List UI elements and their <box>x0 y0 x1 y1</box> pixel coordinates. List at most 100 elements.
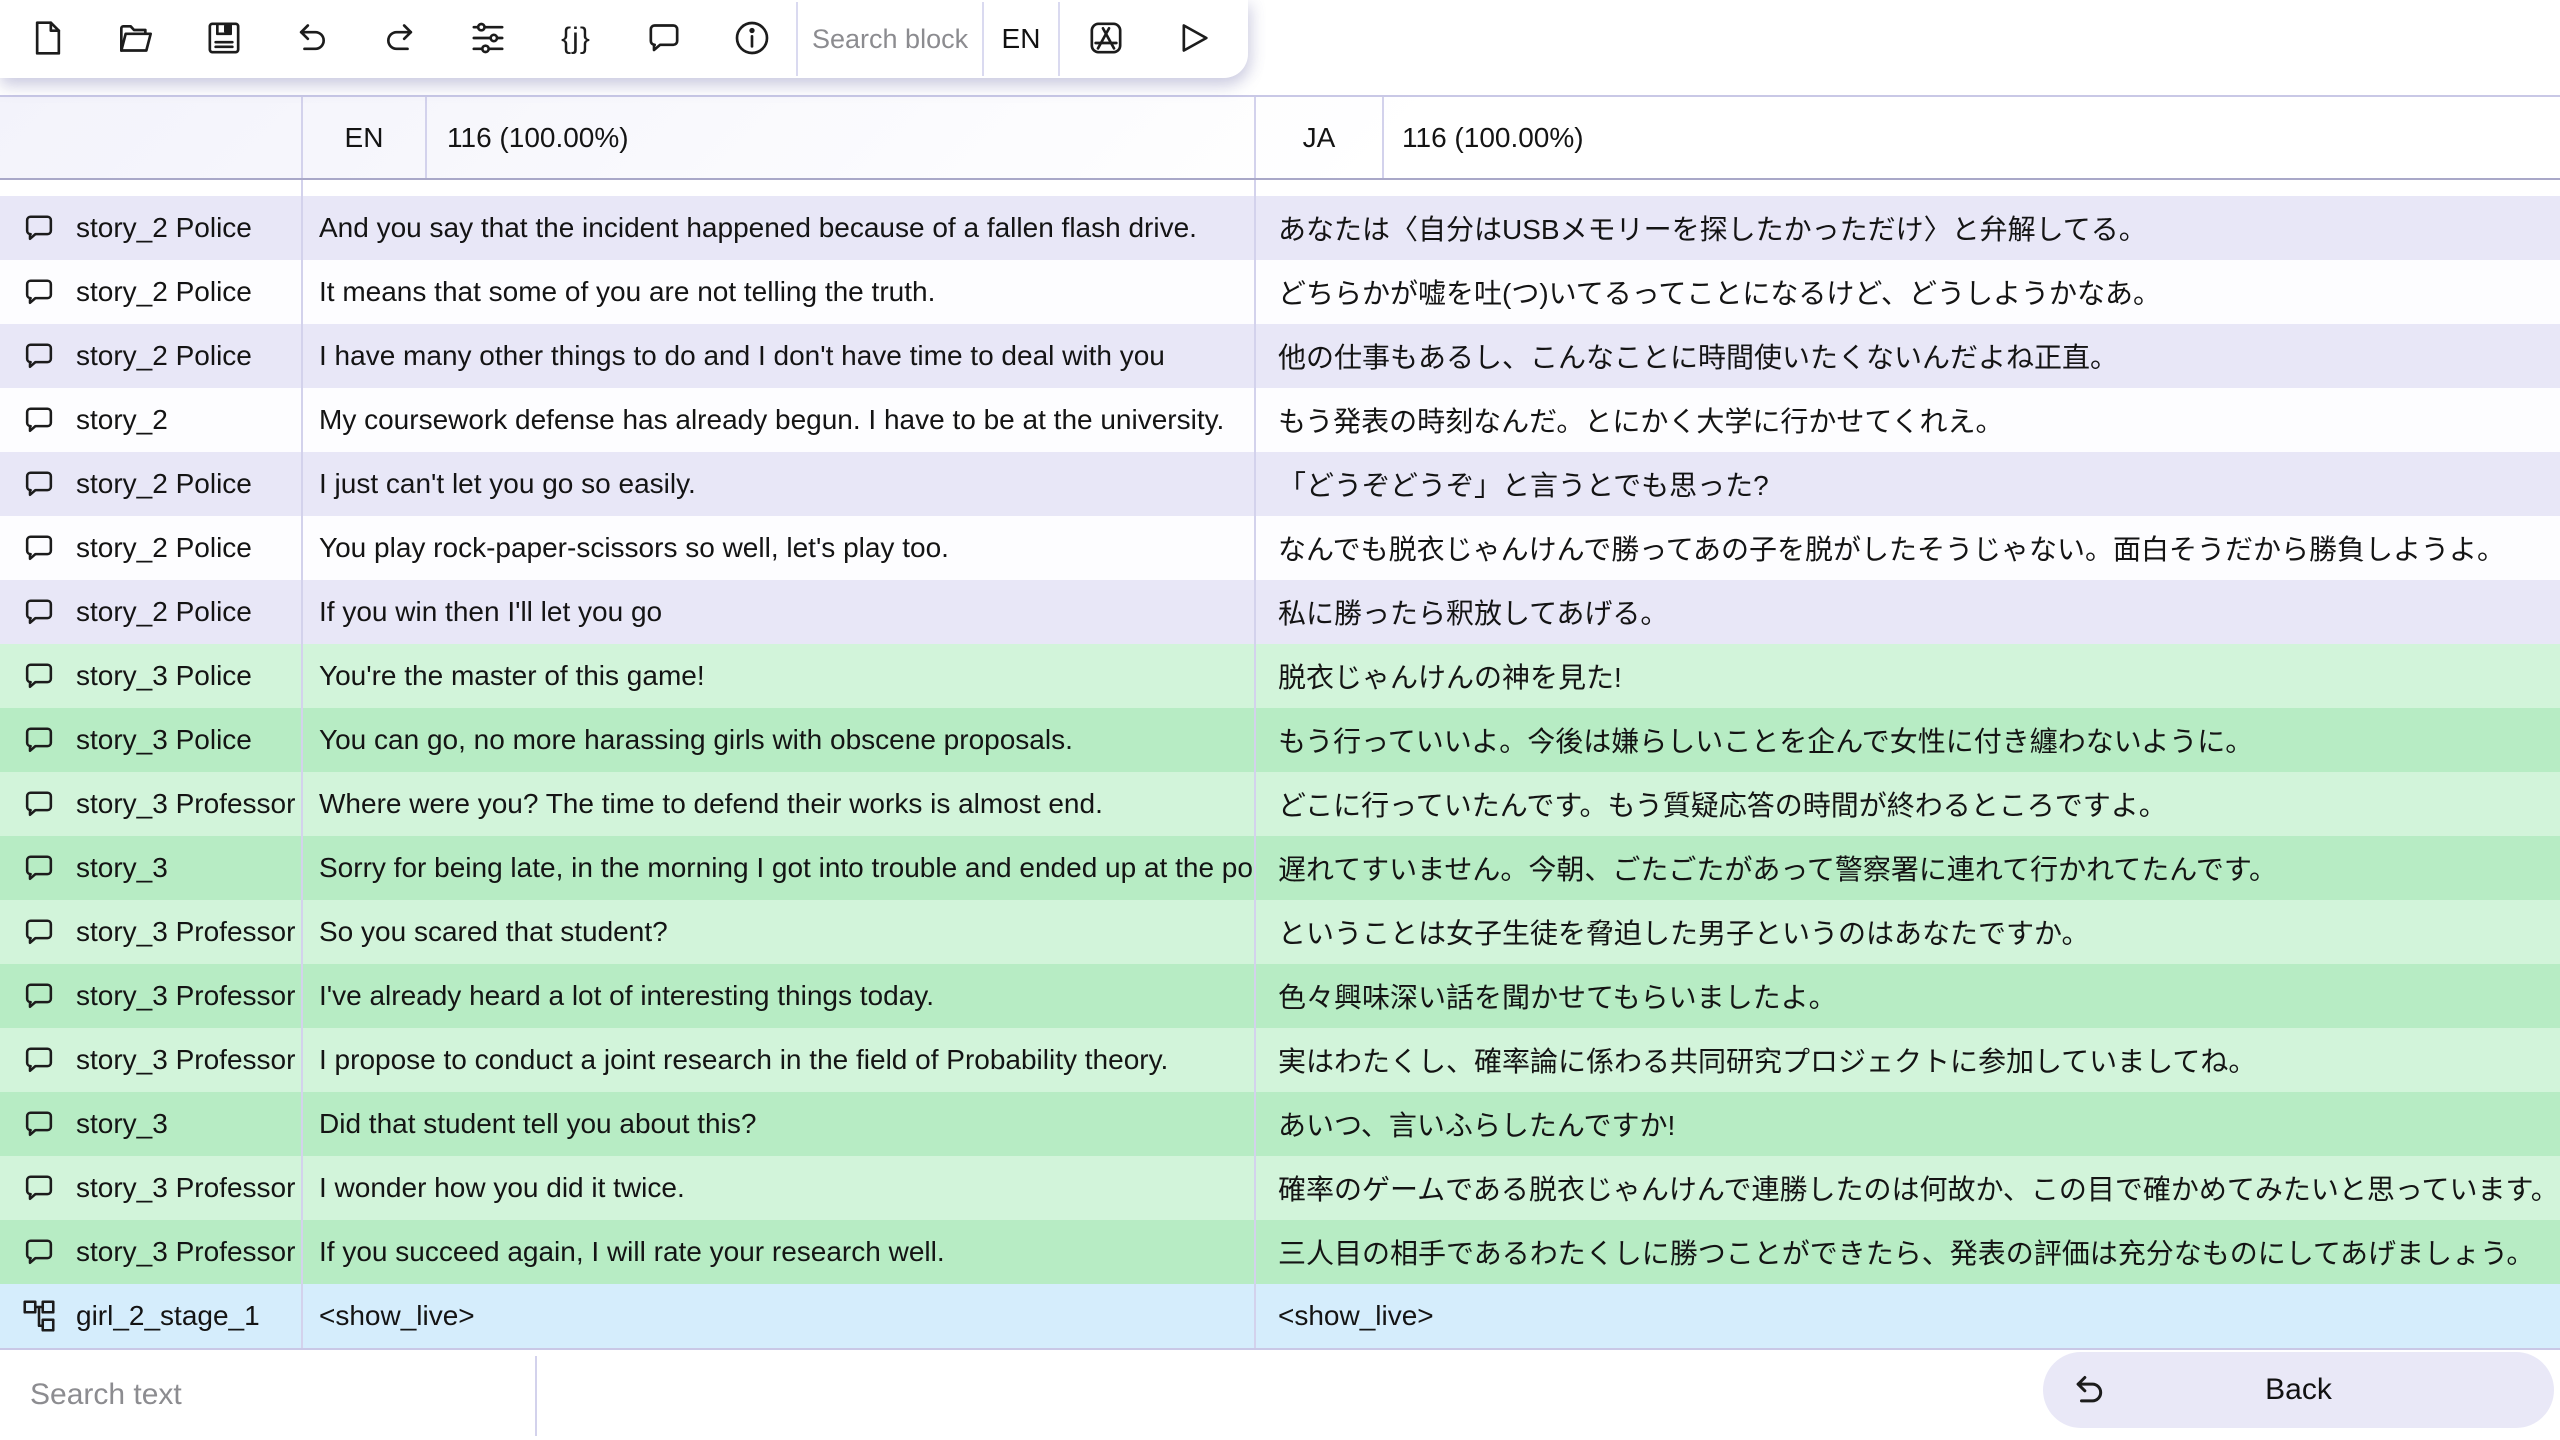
block-label-cell[interactable]: story_3 Professor <box>0 1028 303 1092</box>
translation-text-cell[interactable]: 三人目の相手であるわたくしに勝つことができたら、発表の評価は充分なものにしてあげ… <box>1256 1220 2560 1284</box>
source-text-cell[interactable]: I have many other things to do and I don… <box>303 324 1256 388</box>
translation-text-cell[interactable]: あいつ、言いふらしたんですか! <box>1256 1092 2560 1156</box>
source-text-cell[interactable]: I wonder how you did it twice. <box>303 1156 1256 1220</box>
info-button[interactable] <box>732 19 772 59</box>
block-label-cell[interactable]: girl_2_stage_1 <box>0 1284 303 1348</box>
block-label-cell[interactable]: story_3 Professor <box>0 1220 303 1284</box>
source-text-cell[interactable]: It means that some of you are not tellin… <box>303 260 1256 324</box>
source-text-cell[interactable]: Did that student tell you about this? <box>303 1092 1256 1156</box>
source-text-cell[interactable]: And you say that the incident happened b… <box>303 196 1256 260</box>
redo-button[interactable] <box>380 19 420 59</box>
block-label-cell[interactable]: story_3 <box>0 1092 303 1156</box>
header-en-stats[interactable]: 116 (100.00%) <box>427 97 1256 178</box>
table-row[interactable]: story_3 Professor I wonder how you did i… <box>0 1156 2560 1220</box>
table-row[interactable]: story_2 Police If you win then I'll let … <box>0 580 2560 644</box>
translation-text-cell[interactable]: <show_live> <box>1256 1284 2560 1348</box>
table-row[interactable]: story_2 My coursework defense has alread… <box>0 388 2560 452</box>
translation-text-cell[interactable]: 「どうぞどうぞ」と言うとでも思った? <box>1256 452 2560 516</box>
source-text-cell[interactable]: So you scared that student? <box>303 900 1256 964</box>
source-text-cell[interactable]: My coursework defense has already begun.… <box>303 388 1256 452</box>
speech-bubble-icon <box>20 657 58 695</box>
table-row[interactable]: story_2 Police And you say that the inci… <box>0 196 2560 260</box>
translation-text: どちらかが嘘を吐(つ)いてるってことになるけど、どうしようかなあ。 <box>1278 278 2162 309</box>
table-row[interactable]: story_2 Police You play rock-paper-sciss… <box>0 516 2560 580</box>
search-block-input[interactable] <box>798 2 982 76</box>
block-label-cell[interactable]: story_2 Police <box>0 196 303 260</box>
source-text-cell[interactable]: Where were you? The time to defend their… <box>303 772 1256 836</box>
play-button[interactable] <box>1170 19 1216 59</box>
table-row[interactable]: story_3 Did that student tell you about … <box>0 1092 2560 1156</box>
back-button[interactable]: Back <box>2043 1352 2554 1428</box>
header-ja-language[interactable]: JA <box>1256 97 1384 178</box>
table-row[interactable]: story_2 Police It means that some of you… <box>0 260 2560 324</box>
source-text-cell[interactable]: If you win then I'll let you go <box>303 580 1256 644</box>
table-row[interactable]: story_3 Police You're the master of this… <box>0 644 2560 708</box>
block-label-cell[interactable]: story_3 Police <box>0 708 303 772</box>
translation-text-cell[interactable]: 実はわたくし、確率論に係わる共同研究プロジェクトに参加していましてね。 <box>1256 1028 2560 1092</box>
table-row[interactable]: story_3 Professor Where were you? The ti… <box>0 772 2560 836</box>
translation-text-cell[interactable]: 脱衣じゃんけんの神を見た! <box>1256 644 2560 708</box>
flowchart-icon <box>20 1297 58 1335</box>
table-row[interactable]: story_2 Police I have many other things … <box>0 324 2560 388</box>
source-text-cell[interactable]: You can go, no more harassing girls with… <box>303 708 1256 772</box>
save-button[interactable] <box>204 19 244 59</box>
search-text-input[interactable] <box>0 1350 530 1440</box>
block-label-cell[interactable]: story_2 <box>0 388 303 452</box>
source-text-cell[interactable]: I propose to conduct a joint research in… <box>303 1028 1256 1092</box>
curly-braces-j-icon: {j} <box>561 22 591 55</box>
block-label-cell[interactable]: story_2 Police <box>0 324 303 388</box>
table-row[interactable]: story_3 Professor I've already heard a l… <box>0 964 2560 1028</box>
block-label-cell[interactable]: story_3 Professor <box>0 772 303 836</box>
spellcheck-button[interactable] <box>1086 19 1126 59</box>
block-label-cell[interactable]: story_2 Police <box>0 260 303 324</box>
block-label-cell[interactable]: story_2 Police <box>0 516 303 580</box>
header-en-language[interactable]: EN <box>303 97 427 178</box>
filters-button[interactable] <box>468 19 508 59</box>
table-row[interactable]: story_3 Sorry for being late, in the mor… <box>0 836 2560 900</box>
open-file-button[interactable] <box>116 19 156 59</box>
block-label-cell[interactable]: story_3 Professor <box>0 1156 303 1220</box>
translation-text-cell[interactable]: もう発表の時刻なんだ。とにかく大学に行かせてくれえ。 <box>1256 388 2560 452</box>
table-row[interactable]: story_3 Professor So you scared that stu… <box>0 900 2560 964</box>
translation-text-cell[interactable]: なんでも脱衣じゃんけんで勝ってあの子を脱がしたそうじゃない。面白そうだから勝負し… <box>1256 516 2560 580</box>
block-label-cell[interactable]: story_3 Police <box>0 644 303 708</box>
toolbar-divider <box>1058 2 1060 76</box>
translation-text-cell[interactable]: ということは女子生徒を脅迫した男子というのはあなたですか。 <box>1256 900 2560 964</box>
source-text-cell[interactable]: I've already heard a lot of interesting … <box>303 964 1256 1028</box>
translation-text-cell[interactable]: 確率のゲームである脱衣じゃんけんで連勝したのは何故か、この目で確かめてみたいと思… <box>1256 1156 2560 1220</box>
translation-text-cell[interactable]: どこに行っていたんです。もう質疑応答の時間が終わるところですよ。 <box>1256 772 2560 836</box>
translation-text-cell[interactable]: 他の仕事もあるし、こんなことに時間使いたくないんだよね正直。 <box>1256 324 2560 388</box>
block-label-cell[interactable]: story_3 <box>0 836 303 900</box>
translation-text-cell[interactable]: 色々興味深い話を聞かせてもらいましたよ。 <box>1256 964 2560 1028</box>
block-label-cell[interactable]: story_3 Professor <box>0 900 303 964</box>
translation-text-cell[interactable]: 遅れてすいません。今朝、ごたごたがあって警察署に連れて行かれてたんです。 <box>1256 836 2560 900</box>
block-label-cell[interactable]: story_2 Police <box>0 580 303 644</box>
translation-text-cell[interactable]: どちらかが嘘を吐(つ)いてるってことになるけど、どうしようかなあ。 <box>1256 260 2560 324</box>
block-label-cell[interactable]: story_2 Police <box>0 452 303 516</box>
block-label: story_2 Police <box>76 276 252 307</box>
source-text-cell[interactable]: You play rock-paper-scissors so well, le… <box>303 516 1256 580</box>
table-row[interactable]: girl_2_stage_1 <show_live> <show_live> <box>0 1284 2560 1348</box>
translation-text-cell[interactable]: もう行っていいよ。今後は嫌らしいことを企んで女性に付き纏わないように。 <box>1256 708 2560 772</box>
translation-text-cell[interactable]: 私に勝ったら釈放してあげる。 <box>1256 580 2560 644</box>
undo-button[interactable] <box>292 19 332 59</box>
table-row[interactable]: story_2 Police I just can't let you go s… <box>0 452 2560 516</box>
new-file-button[interactable] <box>28 19 68 59</box>
source-text-cell[interactable]: If you succeed again, I will rate your r… <box>303 1220 1256 1284</box>
table-row[interactable]: story_3 Professor If you succeed again, … <box>0 1220 2560 1284</box>
header-ja-stats[interactable]: 116 (100.00%) <box>1384 97 2560 178</box>
block-label-cell[interactable]: story_3 Professor <box>0 964 303 1028</box>
source-text: So you scared that student? <box>319 916 668 947</box>
translation-text: 他の仕事もあるし、こんなことに時間使いたくないんだよね正直。 <box>1278 342 2119 373</box>
language-selector[interactable]: EN <box>984 23 1058 55</box>
comments-button[interactable] <box>644 19 684 59</box>
translation-text: 「どうぞどうぞ」と言うとでも思った? <box>1278 470 1769 501</box>
source-text-cell[interactable]: You're the master of this game! <box>303 644 1256 708</box>
table-row[interactable]: story_3 Police You can go, no more haras… <box>0 708 2560 772</box>
table-row[interactable]: story_3 Professor I propose to conduct a… <box>0 1028 2560 1092</box>
source-text-cell[interactable]: I just can't let you go so easily. <box>303 452 1256 516</box>
json-view-button[interactable]: {j} <box>556 19 596 59</box>
source-text-cell[interactable]: Sorry for being late, in the morning I g… <box>303 836 1256 900</box>
source-text-cell[interactable]: <show_live> <box>303 1284 1256 1348</box>
translation-text-cell[interactable]: あなたは〈自分はUSBメモリーを探したかっただけ〉と弁解してる。 <box>1256 196 2560 260</box>
